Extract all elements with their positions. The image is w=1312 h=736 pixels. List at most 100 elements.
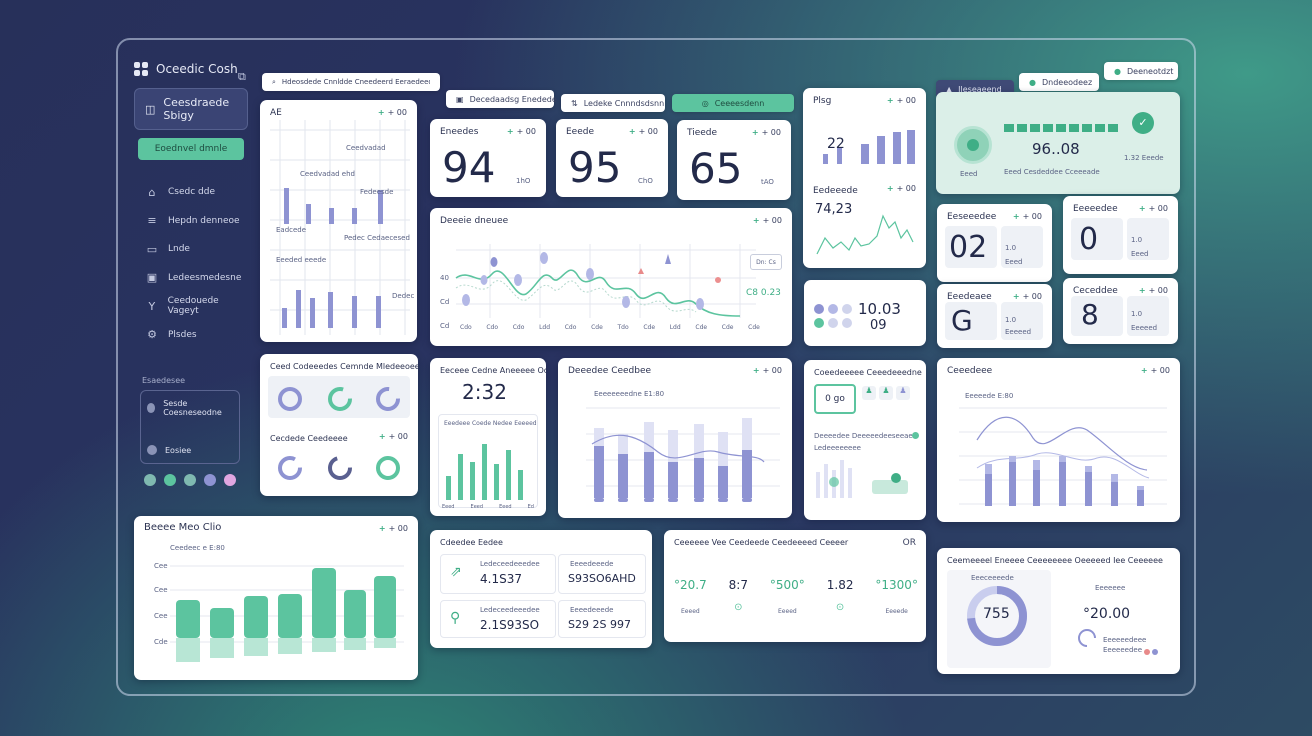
toolbar-button-1[interactable]: ▣ Decedaadsg Enedede	[446, 90, 557, 108]
sidebar-item-2[interactable]: ≡ Hepdn denneoe	[146, 207, 250, 236]
digit-unit: Eeed	[1005, 258, 1023, 266]
donut-svg	[967, 586, 1158, 655]
wave-svg	[959, 407, 1167, 506]
sidebar-item-3[interactable]: ▭ Lnde	[146, 235, 250, 264]
search-icon: ⌕	[272, 77, 276, 86]
digit-card-3: Eeedeaee + + 00 G 1.0 Eeeeed	[937, 284, 1052, 348]
theme-dot[interactable]	[144, 474, 156, 486]
pin-icon[interactable]: ⧉	[238, 70, 246, 84]
toolbar-button-label: Deeneotdzt	[1126, 66, 1174, 76]
x-tick: Cdo	[564, 324, 577, 331]
time-bar-svg	[446, 444, 523, 500]
digit-unit: Eeeeed	[1131, 324, 1158, 332]
data-point	[696, 298, 704, 310]
kpi-card-2: Eeede + + 00 95 ChO	[556, 119, 668, 197]
workspace-label: Ceesdraede Sbigy	[163, 96, 230, 122]
badge-text: + 00	[516, 127, 536, 136]
check-icon[interactable]: ✓	[1132, 112, 1154, 134]
toolbar-button-5[interactable]: ● Dndeeodeez	[1019, 73, 1099, 91]
card-title: Eeede	[566, 127, 595, 137]
primary-action-button[interactable]: Eoednvel dmnle	[138, 138, 244, 160]
range-toggle[interactable]: Dn: Cs	[750, 254, 782, 270]
ring	[328, 387, 352, 411]
bar	[306, 204, 311, 224]
panel-row-label: Sesde Coesneseodne	[163, 399, 222, 417]
sidebar-panel-row[interactable]: Sesde Coesneseodne	[141, 391, 239, 425]
data-point	[514, 274, 522, 286]
sidebar-item-label: Plsdes	[168, 329, 197, 340]
data-point	[480, 275, 488, 285]
gear-icon: ⚙	[147, 328, 157, 342]
stat-label: Ledeceedeeedee	[480, 560, 540, 568]
data-point	[462, 294, 470, 306]
y-tick: Cd	[440, 298, 450, 306]
digit-unit: 1.0	[1005, 244, 1017, 252]
card-subtitle: Eedeeede	[813, 186, 858, 196]
filter-icon: ▣	[456, 94, 464, 104]
ring	[328, 456, 352, 480]
kpi-value: 65	[689, 144, 743, 193]
search-text: Hdeosdede Cnnldde Cneedeerd Eeraedeedls …	[281, 78, 430, 86]
ring	[376, 387, 400, 411]
bell-icon: ●	[1029, 77, 1036, 87]
rings-card: Ceed Codeeedes Cemnde Mledeeoeed Cecdede…	[260, 354, 418, 496]
badge-text: + 00	[638, 127, 658, 136]
theme-dot[interactable]	[204, 474, 216, 486]
digit-card-1: Eeseeedee + + 00 02 1.0 Eeed	[937, 204, 1052, 282]
metric: °500° Eeeed	[770, 578, 805, 615]
grid-bar-chart-card: AE + + 00 Ceedvadad Ceedvadad ehd Fedeesd…	[260, 100, 417, 342]
current-workspace[interactable]: ◫ Ceesdraede Sbigy	[134, 88, 248, 130]
search-bar[interactable]: ⌕ Hdeosdede Cnnldde Cneedeerd Eeraedeedls…	[262, 73, 440, 91]
marker-red	[715, 277, 721, 283]
sidebar-item-label: Csedc dde	[168, 187, 215, 198]
share-icon: ●	[1114, 66, 1121, 76]
series-line-1	[455, 269, 741, 317]
x-tick: Cde	[643, 324, 656, 331]
card-badge: + + 00	[1138, 204, 1168, 213]
sidebar-item-1[interactable]: ⌂ Csedc dde	[146, 178, 250, 207]
donut-label: Eeeeeedee	[1103, 646, 1143, 654]
card-badge: + + 00	[1012, 212, 1042, 221]
data-point	[490, 257, 498, 267]
toolbar-button-3[interactable]: ◎ Ceeeesdenn	[672, 94, 794, 112]
info-icon[interactable]: ⊙	[729, 602, 748, 613]
badge-text: + 00	[1148, 286, 1168, 295]
data-point	[622, 296, 630, 308]
digit-unit: 1.0	[1005, 316, 1017, 324]
theme-dot[interactable]	[184, 474, 196, 486]
digit-unit: Eeed	[1131, 250, 1149, 258]
toolbar-button-2[interactable]: ⇅ Ledeke Cnnndsdsnn	[561, 94, 665, 112]
card-badge: + + 00	[628, 127, 658, 136]
highlight-card: ✓ 96..08 Eeed Eeed Cesdeddee Cceeeade 1.…	[936, 92, 1180, 194]
sort-icon: ⇅	[571, 98, 578, 108]
ring	[278, 456, 302, 480]
sidebar-item-4[interactable]: ▣ Ledeesmedesne	[146, 264, 250, 293]
kpi-unit: 1hO	[516, 177, 531, 185]
bar	[328, 292, 333, 328]
app-logo: Oceedic Cosh	[134, 62, 238, 76]
card-badge: + + 00	[1012, 292, 1042, 301]
sidebar-item-6[interactable]: ⚙ Plsdes	[146, 321, 250, 350]
theme-dot[interactable]	[224, 474, 236, 486]
metric-label: Eeeed	[778, 608, 797, 615]
bar	[278, 594, 302, 638]
sidebar-section-title: Esaedesee	[142, 376, 186, 385]
area-svg	[170, 565, 404, 662]
workspace-icon: ◫	[145, 102, 156, 116]
x-tick: Cde	[695, 324, 708, 331]
bar	[284, 188, 289, 224]
card-badge: + + 00	[886, 184, 916, 193]
theme-dot[interactable]	[164, 474, 176, 486]
legend-value: 10.03	[858, 300, 901, 318]
sidebar-panel-row[interactable]: Eosiee	[141, 437, 239, 463]
metric: 8:7 ⊙	[729, 578, 748, 615]
toolbar-button-6[interactable]: ● Deeneotdzt	[1104, 62, 1178, 80]
info-icon[interactable]: ⊙	[827, 602, 854, 613]
sidebar-nav: ⌂ Csedc dde ≡ Hepdn denneoe ▭ Lnde ▣ Ledeesm…	[146, 178, 250, 349]
sidebar-item-5[interactable]: Y Ceedouede Vageyt	[146, 292, 250, 321]
metric: °1300° Eeeede	[875, 578, 918, 615]
stat-value: S93SO6AHD	[568, 572, 636, 585]
chart-label: Eadcede	[276, 226, 307, 234]
person-icon	[891, 473, 901, 483]
combined-chart-card: Deeedee Ceedbee + + 00 Eeeeeeeedne E1:80	[558, 358, 792, 518]
